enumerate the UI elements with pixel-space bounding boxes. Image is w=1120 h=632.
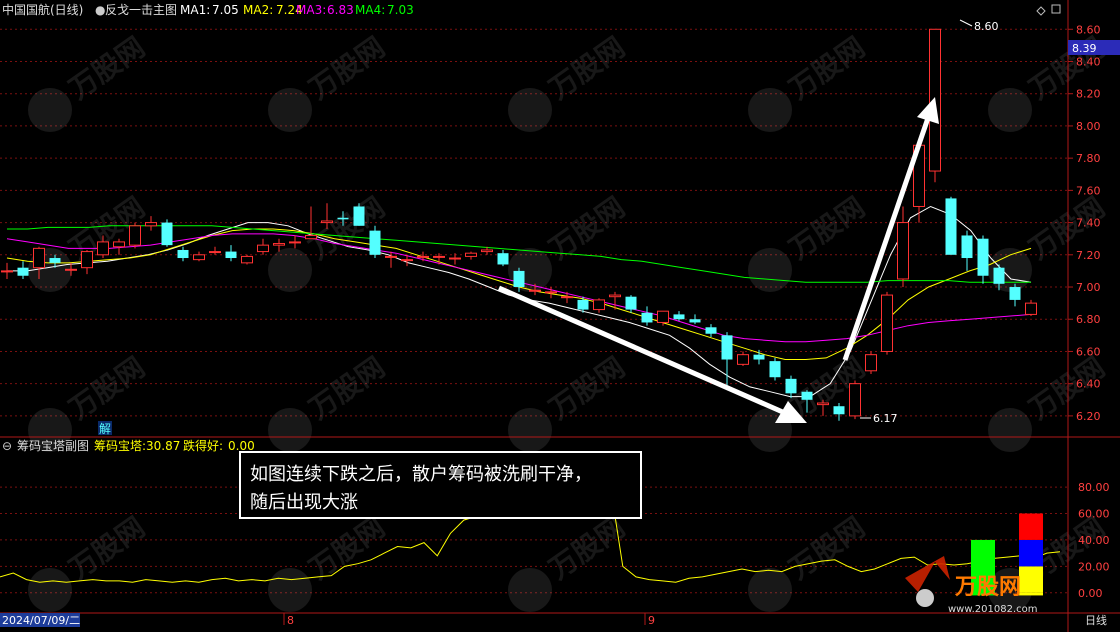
- sub-tick-label: 0.00: [1078, 587, 1103, 600]
- sub-tick-label: 60.00: [1078, 508, 1110, 521]
- price-tick-label: 7.00: [1076, 281, 1101, 294]
- price-tick-label: 7.20: [1076, 249, 1101, 262]
- ma3-value: 6.83: [327, 3, 354, 17]
- unlock-marker-label: 解: [99, 422, 111, 436]
- sub-item2-label: 跌得好:: [183, 438, 223, 453]
- annotation-line-1: 如图连续下跌之后，散户筹码被洗刷干净，: [250, 464, 592, 485]
- price-tick-label: 8.20: [1076, 88, 1101, 101]
- candle: [369, 225, 381, 259]
- month-label-9: 9: [648, 614, 655, 627]
- candle: [353, 203, 365, 226]
- sub-panel-title: 筹码宝塔副图: [17, 439, 89, 453]
- annotation-line-2: 随后出现大涨: [250, 492, 358, 513]
- sub-item1-value: 30.87: [146, 439, 180, 453]
- brand-logo-name: 万股网: [954, 575, 1021, 600]
- brand-logo-url: www.201082.com: [948, 604, 1038, 615]
- ma2-label: MA2:: [243, 3, 273, 17]
- sub-panel-icon: ⊖: [2, 439, 12, 453]
- chip-tower-bar: [1019, 513, 1043, 540]
- month-label-8: 8: [287, 614, 294, 627]
- chip-tower-bar: [1019, 539, 1043, 567]
- chip-tower-bar: [1019, 592, 1043, 596]
- price-tick-label: 8.40: [1076, 55, 1101, 68]
- period-label: (日线): [50, 3, 83, 17]
- price-tick-label: 6.40: [1076, 378, 1101, 391]
- low-price-label: 6.17: [873, 412, 898, 425]
- price-tick-label: 6.60: [1076, 345, 1101, 358]
- candle: [945, 196, 957, 255]
- ma1-label: MA1:: [180, 3, 210, 17]
- stock-chart: 万股网 万股网 万股网 万股网 万股网万股网 万股网 万股网 万股网 万股网万股网 万股网 万股网万…: [0, 0, 1120, 632]
- sub-tick-label: 40.00: [1078, 534, 1110, 547]
- current-date: 2024/07/09/二: [2, 614, 80, 627]
- candle: [865, 351, 877, 375]
- price-tick-label: 8.60: [1076, 23, 1101, 36]
- chip-tower-bar: [1019, 566, 1043, 593]
- high-price-label: 8.60: [974, 20, 999, 33]
- period-tab[interactable]: 日线: [1085, 613, 1107, 627]
- price-tick-label: 7.60: [1076, 184, 1101, 197]
- ma1-value: 7.05: [212, 3, 239, 17]
- sub-tick-label: 20.00: [1078, 560, 1110, 573]
- stock-name: 中国国航: [2, 2, 50, 17]
- price-tick-label: 7.40: [1076, 217, 1101, 230]
- ma4-value: 7.03: [387, 3, 414, 17]
- current-price-value: 8.39: [1072, 42, 1097, 55]
- sub-tick-label: 80.00: [1078, 481, 1110, 494]
- price-tick-label: 7.80: [1076, 152, 1101, 165]
- price-tick-label: 6.20: [1076, 410, 1101, 423]
- sub-item1-label: 筹码宝塔:: [94, 439, 146, 453]
- price-tick-label: 8.00: [1076, 120, 1101, 133]
- candle: [769, 357, 781, 381]
- candle: [241, 254, 253, 265]
- candle: [881, 291, 893, 355]
- candle: [129, 222, 141, 249]
- candle: [849, 380, 861, 420]
- indicator-dot-icon: ●: [95, 3, 105, 17]
- candle: [161, 219, 173, 247]
- sub-item2-value: 0.00: [228, 439, 255, 453]
- price-tick-label: 6.80: [1076, 313, 1101, 326]
- ma4-label: MA4:: [355, 3, 385, 17]
- ma3-label: MA3:: [296, 3, 326, 17]
- indicator-name: 反戈一击主图: [105, 3, 177, 17]
